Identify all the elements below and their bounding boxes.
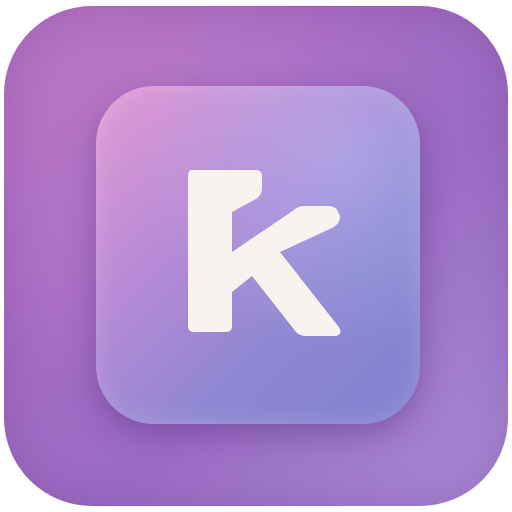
app-icon-canvas bbox=[0, 0, 512, 512]
app-icon-inner-squircle bbox=[96, 86, 420, 424]
